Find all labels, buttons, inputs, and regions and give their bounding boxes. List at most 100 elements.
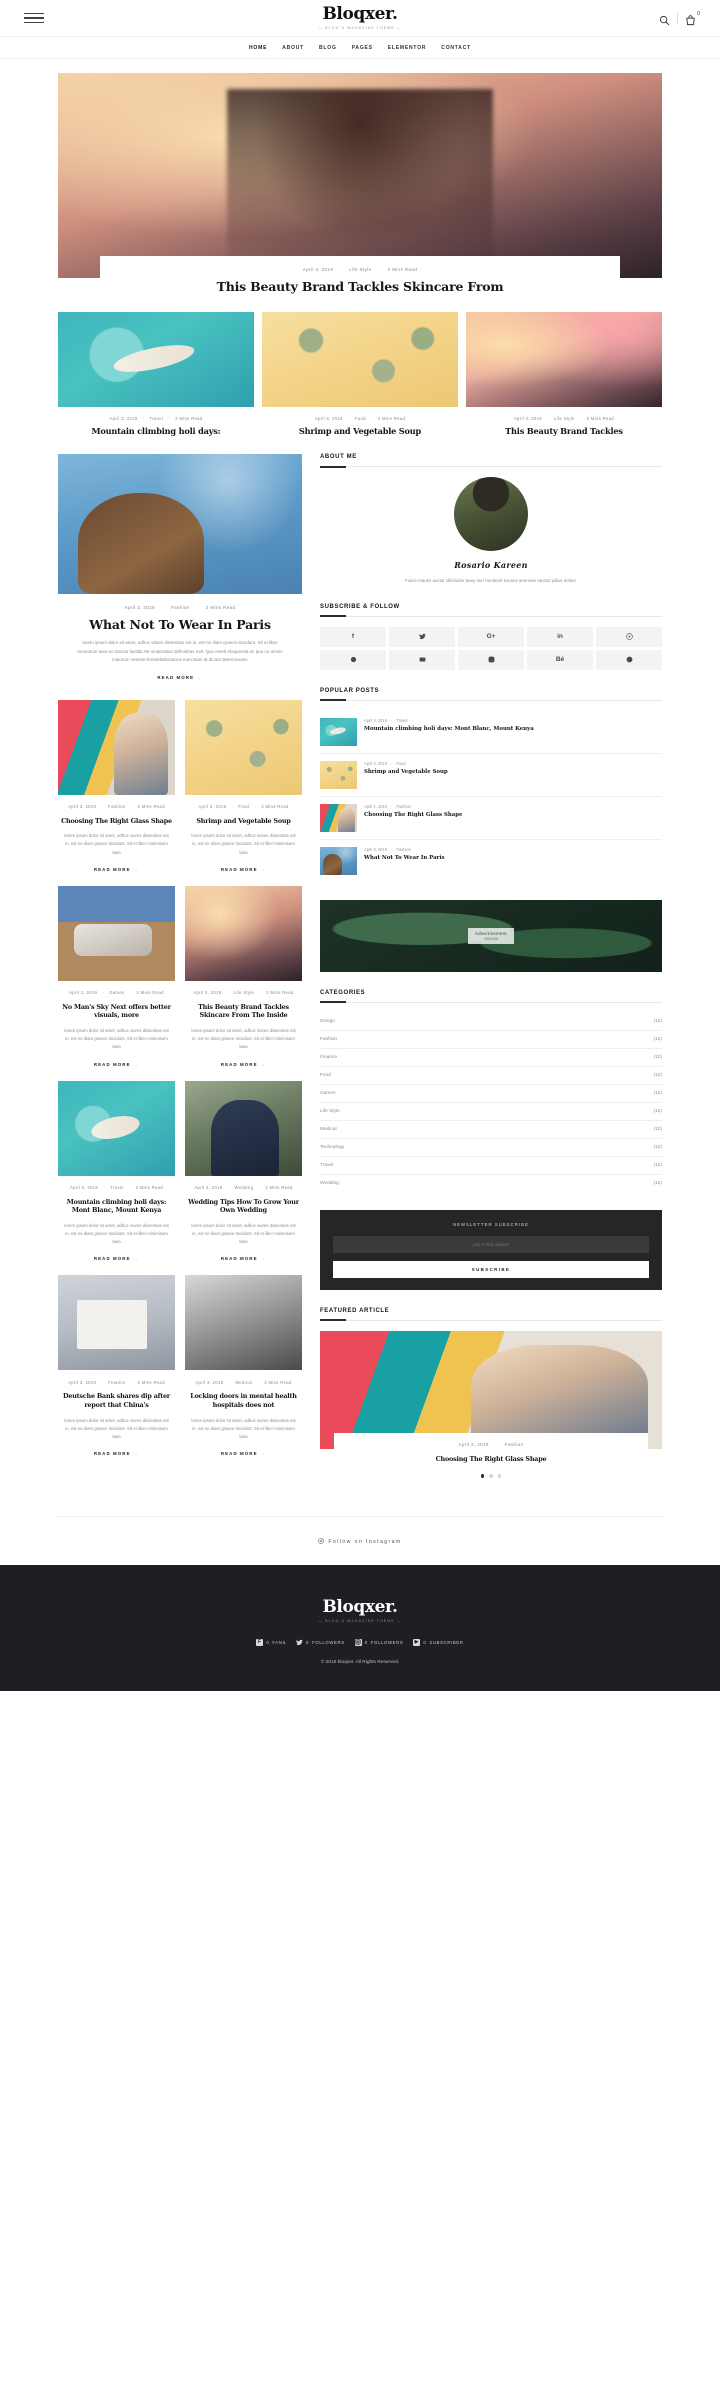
post-category[interactable]: Finance <box>108 1380 125 1385</box>
post-title[interactable]: This Beauty Brand Tackles Skincare From … <box>185 1003 302 1020</box>
carousel-dot[interactable] <box>497 1474 502 1478</box>
post-title[interactable]: Choosing The Right Glass Shape <box>364 812 462 820</box>
post-category[interactable]: Fashion <box>396 847 411 852</box>
linkedin-icon[interactable]: in <box>527 626 593 647</box>
nav-item-about[interactable]: ABOUT <box>282 45 304 51</box>
carousel-dot[interactable] <box>480 1474 485 1478</box>
behance-icon[interactable]: Bé <box>527 649 593 670</box>
post-card[interactable]: April 3, 2019 · Finance · 2 Mins Read De… <box>58 1275 175 1460</box>
category-row[interactable]: Life Style (12) <box>320 1103 662 1121</box>
post-card[interactable]: April 3, 2019 · Life Style · 2 Mins Read… <box>466 312 662 436</box>
post-category[interactable]: Food <box>355 416 366 421</box>
facebook-fans-stat[interactable]: f 0 FANS <box>256 1638 286 1646</box>
post-title[interactable]: Mountain climbing holi days: <box>58 426 254 436</box>
youtube-subscriber-stat[interactable]: ▶ 0 SUBSCRIBER <box>413 1638 463 1646</box>
category-row[interactable]: Technology (12) <box>320 1139 662 1157</box>
carousel-dot[interactable] <box>489 1474 493 1478</box>
post-title[interactable]: This Beauty Brand Tackles <box>466 426 662 436</box>
post-title[interactable]: Mountain climbing holi days: Mont Blanc,… <box>364 726 534 734</box>
twitter-followers-stat[interactable]: 0 FOLLOWERS <box>296 1639 345 1646</box>
category-row[interactable]: Wedding (12) <box>320 1175 662 1192</box>
twitter-icon[interactable] <box>389 626 455 647</box>
post-category[interactable]: Food <box>238 804 249 809</box>
instagram-icon[interactable] <box>458 649 524 670</box>
pinterest-icon[interactable] <box>596 626 662 647</box>
post-title[interactable]: Shrimp and Vegetable Soup <box>262 426 458 436</box>
hero-category[interactable]: Life Style <box>349 267 371 272</box>
newsletter-email-input[interactable] <box>333 1235 649 1253</box>
category-row[interactable]: Games (12) <box>320 1085 662 1103</box>
read-more-link[interactable]: READ MORE → <box>94 1256 139 1261</box>
post-category[interactable]: Life Style <box>554 416 575 421</box>
post-card[interactable]: April 3, 2019 · Travel · 2 Mins Read Mou… <box>58 312 254 436</box>
post-card[interactable]: April 3, 2019 · Food · 2 Mins Read Shrim… <box>262 312 458 436</box>
post-title[interactable]: Locking doors in mental health hospitals… <box>185 1392 302 1409</box>
advertisement-banner[interactable]: Advertisement 300x240 <box>320 899 662 972</box>
hamburger-icon[interactable] <box>24 13 44 23</box>
search-icon[interactable] <box>659 13 670 25</box>
post-card[interactable]: April 3, 2019 · Wedding · 2 Mins Read We… <box>185 1080 302 1266</box>
nav-item-contact[interactable]: CONTACT <box>441 45 471 51</box>
hero-title[interactable]: This Beauty Brand Tackles Skincare From <box>110 279 610 294</box>
post-category[interactable]: Medical <box>235 1380 252 1385</box>
popular-post-item[interactable]: April 3, 2019 · Food Shrimp and Vegetabl… <box>320 754 662 797</box>
footer-logo[interactable]: Bloqxer. — BLOG & MAGAZINE THEME — <box>0 1598 720 1623</box>
category-row[interactable]: Finance (12) <box>320 1049 662 1067</box>
post-card[interactable]: April 3, 2019 · Life Style · 2 Mins Read… <box>185 885 302 1071</box>
featured-article-card[interactable]: April 2, 2019 · Fashion Choosing The Rig… <box>320 1330 662 1478</box>
post-card[interactable]: April 3, 2019 · Travel · 2 Mins Read Mou… <box>58 1080 175 1266</box>
nav-item-blog[interactable]: BLOG <box>319 45 337 51</box>
popular-post-item[interactable]: April 3, 2019 · Travel Mountain climbing… <box>320 711 662 754</box>
google-plus-icon[interactable]: G+ <box>458 626 524 647</box>
post-card[interactable]: April 3, 2019 · Games · 2 Mins Read No M… <box>58 885 175 1071</box>
post-title[interactable]: What Not To Wear In Paris <box>62 617 298 632</box>
read-more-link[interactable]: READ MORE → <box>94 1451 139 1456</box>
read-more-link[interactable]: READ MORE → <box>157 675 202 680</box>
post-title[interactable]: Deutsche Bank shares dip after report th… <box>58 1392 175 1409</box>
cart-icon[interactable]: 0 <box>685 11 700 25</box>
post-category[interactable]: Fashion <box>108 804 125 809</box>
post-title[interactable]: Shrimp and Vegetable Soup <box>364 769 448 777</box>
category-row[interactable]: Design (12) <box>320 1013 662 1031</box>
nav-item-home[interactable]: HOME <box>249 45 267 51</box>
post-category[interactable]: Wedding <box>234 1185 253 1190</box>
youtube-icon[interactable] <box>389 649 455 670</box>
post-category[interactable]: Travel <box>110 1185 124 1190</box>
category-row[interactable]: Travel (12) <box>320 1157 662 1175</box>
facebook-icon[interactable]: f <box>320 626 386 647</box>
skype-icon[interactable] <box>320 649 386 670</box>
post-category[interactable]: Games <box>109 990 124 995</box>
category-row[interactable]: Food (12) <box>320 1067 662 1085</box>
post-category[interactable]: Food <box>396 761 405 766</box>
post-title[interactable]: Wedding Tips How To Grow Your Own Weddin… <box>185 1198 302 1215</box>
post-category[interactable]: Fashion <box>505 1442 524 1447</box>
newsletter-subscribe-button[interactable]: SUBSCRIBE <box>333 1260 649 1278</box>
category-row[interactable]: Medical (12) <box>320 1121 662 1139</box>
nav-item-elementor[interactable]: ELEMENTOR <box>388 45 427 51</box>
read-more-link[interactable]: READ MORE → <box>221 1256 266 1261</box>
read-more-link[interactable]: READ MORE → <box>94 867 139 872</box>
post-category[interactable]: Travel <box>396 718 407 723</box>
post-category[interactable]: Life Style <box>233 990 254 995</box>
post-title[interactable]: Shrimp and Vegetable Soup <box>185 817 302 826</box>
category-row[interactable]: Fashion (12) <box>320 1031 662 1049</box>
featured-post[interactable]: April 3, 2019 · Fashion · 2 Mins Read Wh… <box>58 454 302 684</box>
post-category[interactable]: Fashion <box>171 605 190 610</box>
post-title[interactable]: No Man's Sky Next offers better visuals,… <box>58 1003 175 1020</box>
instagram-followers-stat[interactable]: 0 FOLLOWERS <box>354 1638 404 1646</box>
post-category[interactable]: Fashion <box>396 804 411 809</box>
read-more-link[interactable]: READ MORE → <box>221 1062 266 1067</box>
popular-post-item[interactable]: April 3, 2019 · Fashion What Not To Wear… <box>320 840 662 882</box>
post-card[interactable]: April 4, 2019 · Medical · 2 Mins Read Lo… <box>185 1275 302 1460</box>
post-card[interactable]: April 3, 2019 · Food · 2 Mins Read Shrim… <box>185 699 302 876</box>
read-more-link[interactable]: READ MORE → <box>221 1451 266 1456</box>
post-category[interactable]: Travel <box>150 416 164 421</box>
post-title[interactable]: Choosing The Right Glass Shape <box>340 1455 642 1464</box>
post-title[interactable]: Mountain climbing holi days: Mont Blanc,… <box>58 1198 175 1215</box>
post-card[interactable]: April 3, 2019 · Fashion · 2 Mins Read Ch… <box>58 699 175 876</box>
read-more-link[interactable]: READ MORE → <box>221 867 266 872</box>
read-more-link[interactable]: READ MORE → <box>94 1062 139 1067</box>
post-title[interactable]: Choosing The Right Glass Shape <box>58 817 175 826</box>
popular-post-item[interactable]: April 2, 2019 · Fashion Choosing The Rig… <box>320 797 662 840</box>
nav-item-pages[interactable]: PAGES <box>352 45 373 51</box>
